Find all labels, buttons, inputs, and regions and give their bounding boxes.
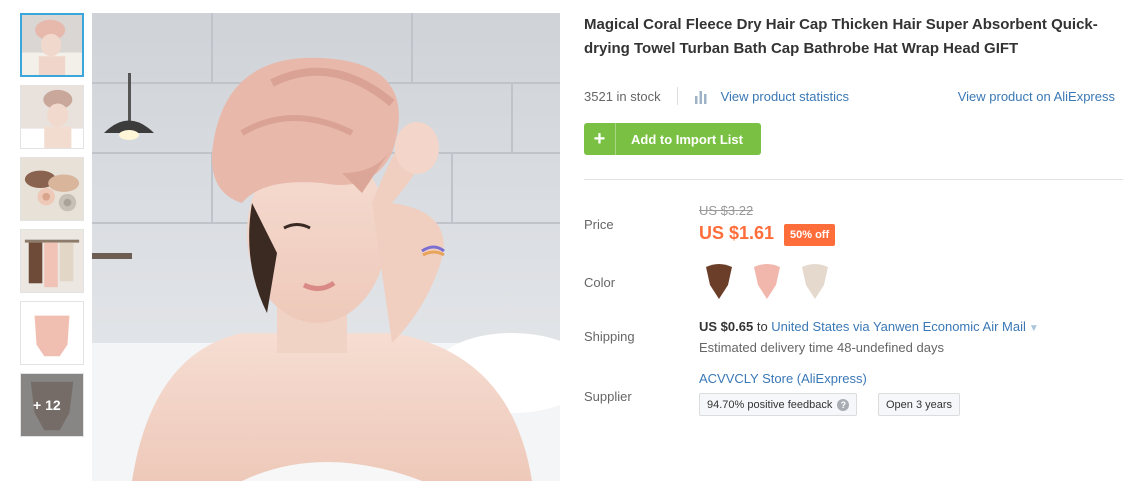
discount-badge: 50% off: [784, 224, 836, 246]
thumbnail-6-more[interactable]: + 12: [20, 373, 84, 437]
current-price: US $1.61: [699, 223, 775, 243]
original-price: US $3.22: [699, 203, 754, 218]
meta-divider: [676, 87, 678, 105]
chevron-down-icon: ▼: [1028, 323, 1039, 334]
feedback-badge: 94.70% positive feedback ?: [699, 393, 858, 416]
hanging-towels-thumbnail-image: [21, 230, 83, 292]
delivery-estimate: Estimated delivery time 48-undefined day…: [699, 340, 944, 355]
price-label: Price: [584, 217, 614, 232]
feedback-text: 94.70% positive feedback: [707, 398, 833, 411]
thumbnail-1[interactable]: [20, 13, 84, 77]
shipping-label: Shipping: [584, 329, 635, 344]
pink-towel-thumbnail-image: [21, 302, 83, 364]
help-icon[interactable]: ?: [837, 398, 850, 411]
shipping-cost: US $0.65: [699, 319, 754, 334]
add-to-import-list-label: Add to Import List: [631, 131, 743, 147]
plus-icon: +: [584, 123, 616, 155]
rolled-towels-thumbnail-image: [21, 158, 83, 220]
towel-head-thumbnail-image: [22, 15, 82, 75]
thumbnail-4[interactable]: [20, 229, 84, 293]
product-title: Magical Coral Fleece Dry Hair Cap Thicke…: [584, 16, 1098, 57]
woman-wearing-pink-towel-cap-image: [92, 13, 560, 481]
thumbnail-3[interactable]: [20, 157, 84, 221]
supplier-label: Supplier: [584, 389, 632, 404]
store-age-badge: Open 3 years: [878, 393, 961, 416]
thumbnail-list: + 12: [20, 13, 84, 445]
main-product-image: [92, 13, 560, 481]
view-on-aliexpress-link[interactable]: View product on AliExpress: [958, 89, 1115, 104]
color-swatch-brown[interactable]: [702, 259, 736, 301]
brown-towel-icon: [706, 264, 732, 299]
view-statistics-link[interactable]: View product statistics: [694, 88, 849, 104]
shipping-method-dropdown[interactable]: United States via Yanwen Economic Air Ma…: [771, 319, 1039, 334]
color-swatch-pink[interactable]: [750, 259, 784, 301]
stock-count: 3521 in stock: [584, 88, 661, 104]
supplier-store-link[interactable]: ACVVCLY Store (AliExpress): [699, 371, 867, 386]
bar-chart-icon: [694, 91, 707, 104]
pink-towel-icon: [754, 264, 780, 299]
thumbnail-5[interactable]: [20, 301, 84, 365]
product-meta-row: 3521 in stock View product statistics Vi…: [584, 86, 1124, 106]
add-to-import-list-button[interactable]: + Add to Import List: [584, 123, 761, 155]
view-statistics-label: View product statistics: [720, 88, 849, 104]
section-divider: [584, 179, 1123, 180]
shipping-to: to: [756, 319, 768, 334]
store-age-text: Open 3 years: [886, 398, 953, 411]
thumbnail-2[interactable]: [20, 85, 84, 149]
beige-towel-icon: [802, 264, 828, 299]
shipping-method: United States via Yanwen Economic Air Ma…: [771, 319, 1026, 334]
shipping-info: US $0.65 to United States via Yanwen Eco…: [699, 319, 1039, 334]
towel-head-thumbnail-image: [21, 86, 83, 148]
color-swatch-beige[interactable]: [798, 259, 832, 301]
color-label: Color: [584, 275, 616, 290]
product-details-panel: Magical Coral Fleece Dry Hair Cap Thicke…: [584, 13, 1124, 416]
more-images-count: + 12: [21, 374, 83, 436]
